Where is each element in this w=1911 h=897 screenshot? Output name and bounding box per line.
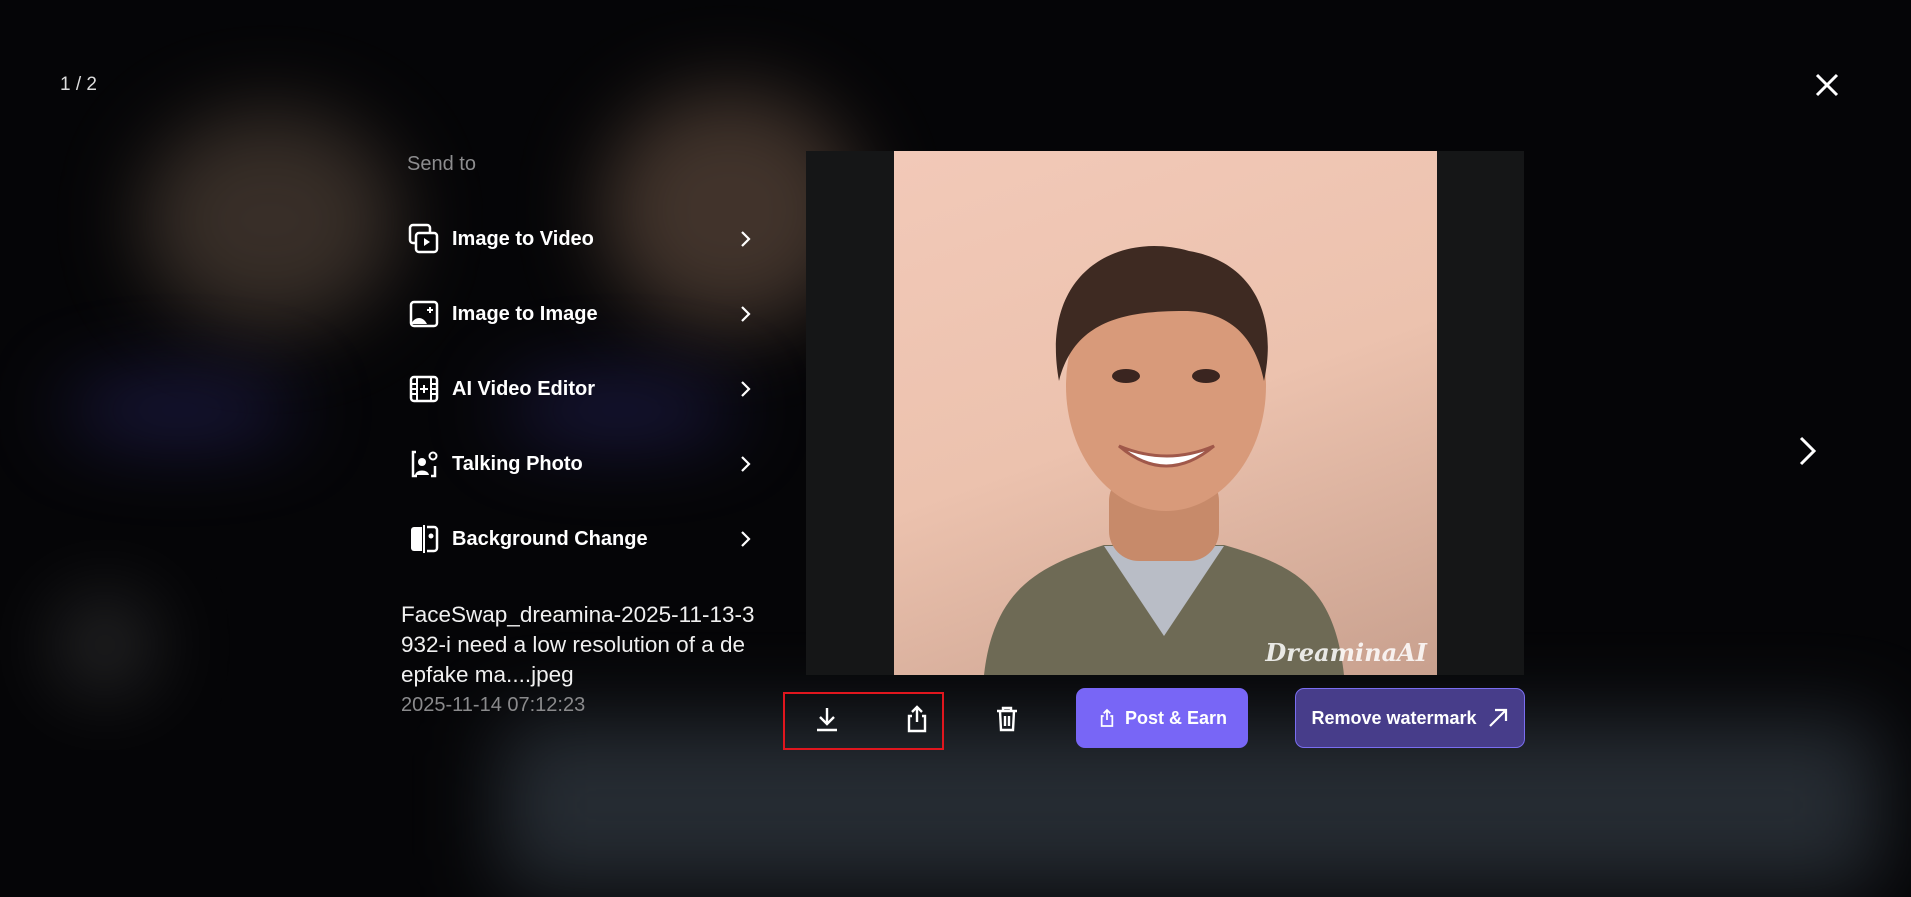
- item-label: Background Change: [452, 527, 648, 550]
- talking-photo-icon: [411, 450, 438, 478]
- item-label: Talking Photo: [452, 452, 583, 475]
- send-to-image-to-image[interactable]: Image to Image: [408, 289, 754, 339]
- image-to-image-icon: [409, 300, 439, 328]
- file-date: 2025-11-14 07:12:23: [401, 694, 586, 716]
- post-and-earn-label: Post & Earn: [1124, 707, 1228, 728]
- video-editor-icon: [409, 375, 439, 403]
- send-to-image-to-video[interactable]: Image to Video: [408, 214, 754, 264]
- portrait-illustration: [984, 246, 1344, 675]
- remove-watermark-button[interactable]: Remove watermark: [1295, 688, 1525, 748]
- file-name: FaceSwap_dreamina-2025-11-13-3932-i need…: [401, 602, 755, 687]
- background-change-icon: [411, 525, 439, 553]
- send-to-ai-video-editor[interactable]: AI Video Editor: [408, 364, 754, 414]
- share-icon[interactable]: [902, 704, 932, 734]
- chevron-right-icon: [741, 531, 751, 547]
- item-label: AI Video Editor: [452, 377, 595, 400]
- item-label: Image to Image: [452, 302, 598, 325]
- send-to-talking-photo[interactable]: Talking Photo: [408, 439, 754, 489]
- page-counter: 1 / 2: [60, 74, 97, 95]
- chevron-right-icon: [741, 456, 751, 472]
- remove-watermark-label: Remove watermark: [1311, 707, 1477, 728]
- delete-icon[interactable]: [992, 704, 1022, 734]
- arrow-up-right-icon: [1488, 708, 1507, 727]
- share-icon: [1100, 708, 1114, 727]
- download-icon[interactable]: [812, 704, 842, 734]
- chevron-right-icon: [741, 381, 751, 397]
- next-chevron-icon[interactable]: [1792, 434, 1822, 468]
- chevron-right-icon: [741, 231, 751, 247]
- item-label: Image to Video: [452, 227, 594, 250]
- watermark: DreaminaAI: [1265, 638, 1427, 667]
- chevron-right-icon: [741, 306, 751, 322]
- post-and-earn-button[interactable]: Post & Earn: [1076, 688, 1248, 748]
- send-to-heading: Send to: [407, 153, 476, 175]
- send-to-background-change[interactable]: Background Change: [408, 514, 754, 564]
- generated-portrait-image: DreaminaAI: [894, 151, 1437, 675]
- image-viewer: DreaminaAI: [806, 151, 1524, 675]
- close-icon[interactable]: [1812, 70, 1842, 100]
- image-to-video-icon: [408, 223, 439, 254]
